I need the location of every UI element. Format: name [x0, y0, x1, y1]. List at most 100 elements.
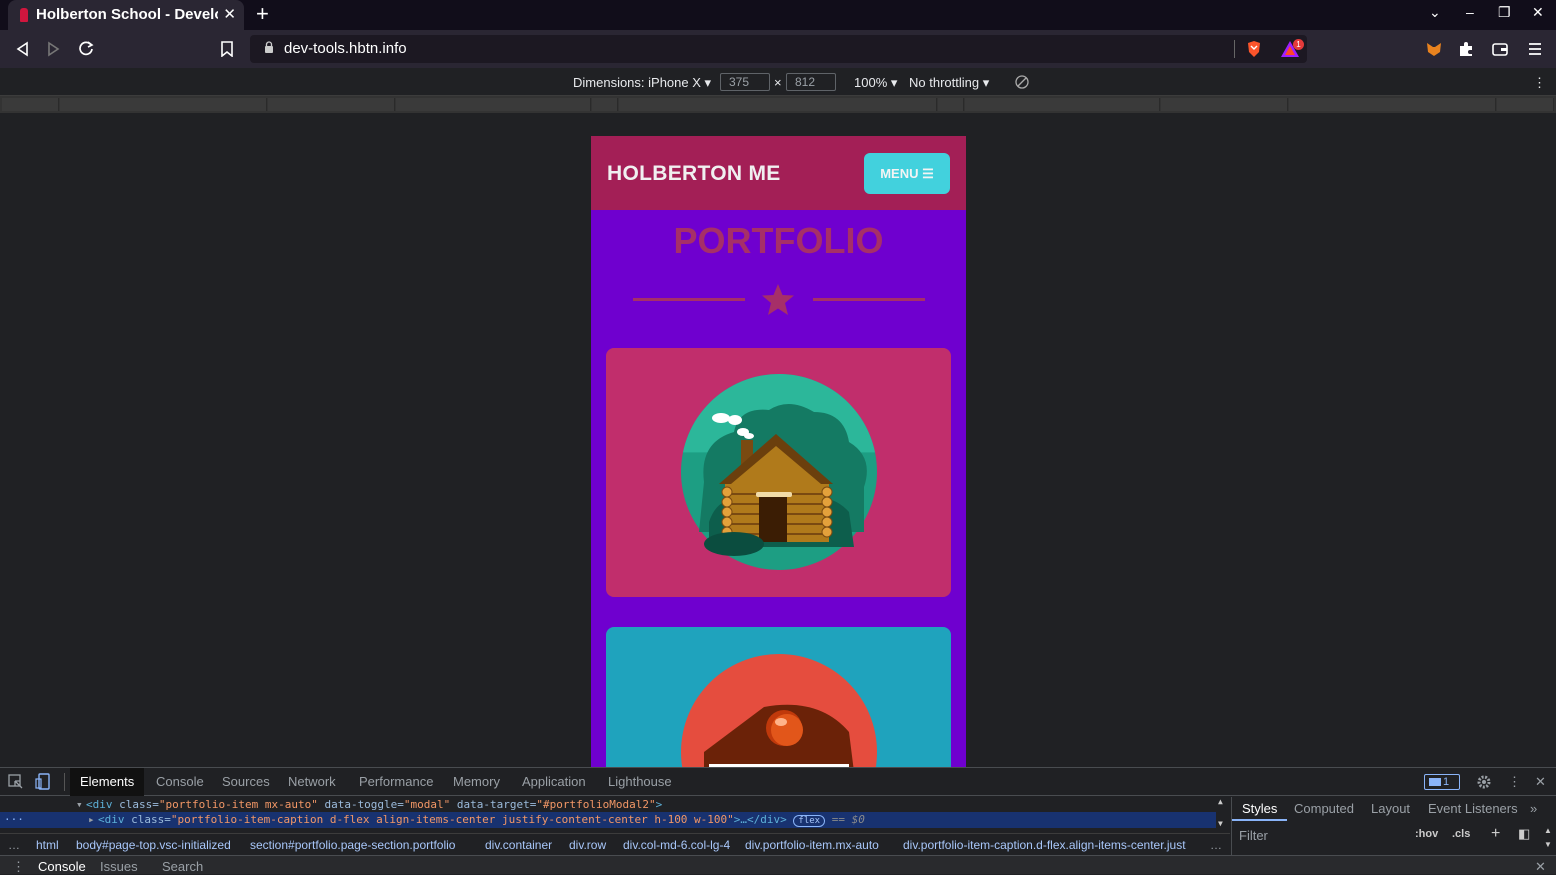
- elements-tree: ▾ <div class="portfolio-item mx-auto" dat…: [0, 797, 1230, 833]
- tab-layout[interactable]: Layout: [1371, 801, 1410, 816]
- styles-scrollbar[interactable]: ▲ ▼: [1542, 826, 1556, 854]
- filter-input[interactable]: Filter: [1239, 828, 1268, 843]
- breadcrumb-item[interactable]: div.container: [485, 838, 552, 852]
- close-tab-icon[interactable]: ✕: [223, 0, 236, 30]
- scroll-up-icon[interactable]: ▲: [1218, 797, 1223, 806]
- extensions-puzzle-icon[interactable]: [1457, 40, 1475, 58]
- breadcrumb-item[interactable]: div.col-md-6.col-lg-4: [623, 838, 730, 852]
- zoom-label: 100%: [854, 75, 888, 90]
- tab-console[interactable]: Console: [156, 774, 204, 789]
- tab-computed[interactable]: Computed: [1294, 801, 1354, 816]
- throttling-select[interactable]: No throttling ▾: [909, 75, 989, 91]
- inspect-element-icon[interactable]: [8, 774, 24, 790]
- window-close-icon[interactable]: ✕: [1532, 4, 1544, 21]
- rotate-icon[interactable]: [1015, 75, 1029, 89]
- breadcrumb-more-right[interactable]: …: [1210, 838, 1222, 852]
- address-divider: [1234, 40, 1235, 58]
- ruler-segment[interactable]: [2, 98, 59, 111]
- emulated-viewport: HOLBERTON ME MENU ☰ PORTFOLIO: [0, 113, 1556, 767]
- tab-application[interactable]: Application: [522, 774, 586, 789]
- new-tab-icon[interactable]: +: [256, 1, 269, 27]
- breadcrumb-item[interactable]: body#page-top.vsc-initialized: [76, 838, 231, 852]
- browser-tab[interactable]: Holberton School - Develo ✕: [8, 0, 244, 30]
- tree-scrollbar[interactable]: ▲ ▼: [1216, 797, 1230, 833]
- drawer-tab-search[interactable]: Search: [162, 859, 203, 874]
- styles-scroll-up-icon[interactable]: ▲: [1544, 826, 1552, 835]
- tab-lighthouse[interactable]: Lighthouse: [608, 774, 672, 789]
- holberton-favicon-icon: [20, 8, 28, 22]
- devtools-close-icon[interactable]: ✕: [1535, 774, 1546, 790]
- dom-node-selected[interactable]: ··· ▸ <div class="portfolio-item-caption d…: [0, 812, 1218, 828]
- ruler-segment[interactable]: [1161, 98, 1288, 111]
- ruler-segment[interactable]: [396, 98, 591, 111]
- reload-icon[interactable]: [78, 40, 94, 56]
- tab-search-chevron-icon[interactable]: ⌄: [1429, 4, 1441, 21]
- breadcrumb-item[interactable]: section#portfolio.page-section.portfolio: [250, 838, 455, 852]
- device-more-icon[interactable]: ⋮: [1533, 75, 1546, 91]
- zoom-select[interactable]: 100% ▾: [854, 75, 897, 91]
- browser-tab-bar: Holberton School - Develo ✕ + ⌄ – ❐ ✕: [0, 0, 1556, 30]
- cls-toggle[interactable]: .cls: [1452, 828, 1470, 840]
- message-icon: [1429, 778, 1441, 786]
- drawer-tab-console[interactable]: Console: [38, 859, 86, 874]
- styles-scroll-down-icon[interactable]: ▼: [1544, 840, 1552, 849]
- wallet-icon[interactable]: [1491, 40, 1509, 58]
- tab-memory[interactable]: Memory: [453, 774, 500, 789]
- portfolio-item-cake[interactable]: [606, 627, 951, 767]
- breadcrumb-item[interactable]: div.row: [569, 838, 606, 852]
- tag-close: >…</div>: [733, 813, 787, 826]
- device-dimensions-select[interactable]: Dimensions: iPhone X ▾: [573, 75, 711, 91]
- brave-shields-icon[interactable]: [1245, 40, 1263, 58]
- expand-triangle-icon[interactable]: ▾: [76, 797, 83, 813]
- tab-elements[interactable]: Elements: [80, 774, 134, 789]
- device-toggle-icon[interactable]: [35, 773, 51, 791]
- tab-network[interactable]: Network: [288, 774, 336, 789]
- back-icon[interactable]: [15, 41, 29, 57]
- tab-event-listeners[interactable]: Event Listeners: [1428, 801, 1518, 816]
- menu-button[interactable]: MENU ☰: [864, 153, 950, 194]
- bookmark-icon[interactable]: [221, 41, 233, 57]
- ruler-segment[interactable]: [592, 98, 618, 111]
- ruler-segment[interactable]: [938, 98, 964, 111]
- minimize-icon[interactable]: –: [1466, 4, 1474, 20]
- ruler-segment[interactable]: [619, 98, 937, 111]
- tag-open: <div: [86, 798, 120, 811]
- node-actions-icon[interactable]: ···: [4, 812, 24, 828]
- ruler-segment[interactable]: [268, 98, 395, 111]
- portfolio-item-cabin[interactable]: [606, 348, 951, 597]
- address-bar[interactable]: [250, 35, 1307, 63]
- styles-active-indicator: [1232, 797, 1287, 821]
- main-menu-icon[interactable]: [1526, 40, 1544, 58]
- url-text[interactable]: dev-tools.hbtn.info: [284, 40, 407, 57]
- collapse-triangle-icon[interactable]: ▸: [88, 812, 95, 828]
- scroll-down-icon[interactable]: ▼: [1218, 819, 1223, 828]
- flex-badge[interactable]: flex: [793, 815, 826, 827]
- forward-icon[interactable]: [47, 41, 61, 57]
- toggle-sidebar-icon[interactable]: ◧: [1518, 826, 1530, 842]
- ruler-segment[interactable]: [1497, 98, 1554, 111]
- new-rule-icon[interactable]: +: [1491, 825, 1500, 843]
- breadcrumb-more-left[interactable]: …: [8, 838, 20, 852]
- viewport-width-input[interactable]: 375: [720, 73, 770, 91]
- divider-line-left: [633, 298, 745, 301]
- devtools-more-icon[interactable]: ⋮: [1508, 774, 1521, 790]
- lock-icon[interactable]: [264, 41, 274, 53]
- ruler-segment[interactable]: [60, 98, 267, 111]
- settings-gear-icon[interactable]: [1476, 774, 1492, 790]
- tab-sources[interactable]: Sources: [222, 774, 270, 789]
- ruler-segment[interactable]: [965, 98, 1160, 111]
- menu-label: MENU: [880, 166, 919, 181]
- breadcrumb-item-selected[interactable]: div.portfolio-item-caption.d-flex.align-…: [903, 838, 1203, 852]
- more-tabs-icon[interactable]: »: [1530, 801, 1537, 816]
- viewport-height-input[interactable]: 812: [786, 73, 836, 91]
- breadcrumb-item[interactable]: div.portfolio-item.mx-auto: [745, 838, 879, 852]
- maximize-icon[interactable]: ❐: [1498, 4, 1511, 21]
- ruler-segment[interactable]: [1289, 98, 1496, 111]
- drawer-tab-issues[interactable]: Issues: [100, 859, 138, 874]
- dom-node-portfolio-item[interactable]: ▾ <div class="portfolio-item mx-auto" dat…: [0, 797, 1218, 813]
- tab-performance[interactable]: Performance: [359, 774, 433, 789]
- site-brand[interactable]: HOLBERTON ME: [607, 162, 781, 186]
- hov-toggle[interactable]: :hov: [1415, 828, 1438, 840]
- metamask-fox-icon[interactable]: [1425, 40, 1443, 58]
- breadcrumb-item[interactable]: html: [36, 838, 59, 852]
